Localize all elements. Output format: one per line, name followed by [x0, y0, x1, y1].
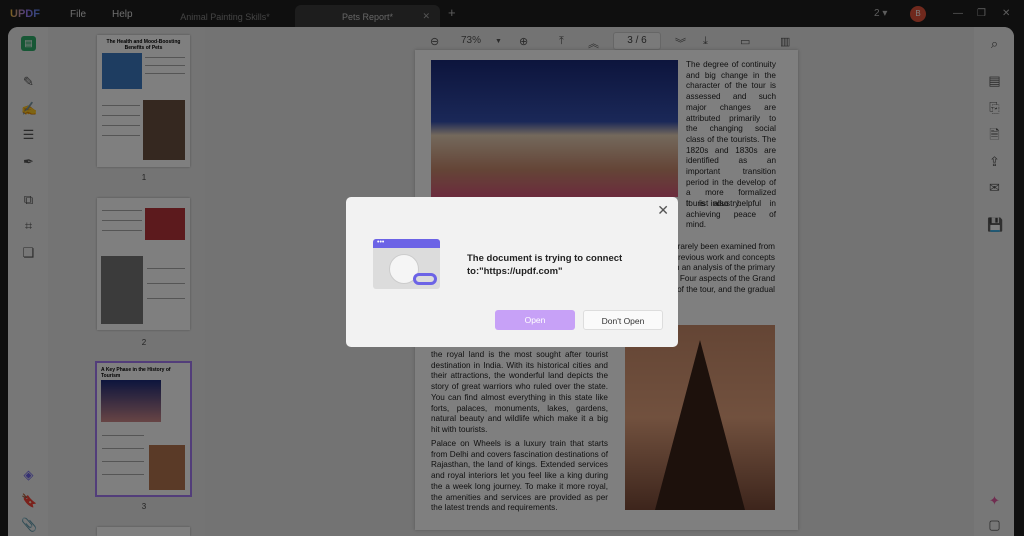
dialog-message: The document is trying to connect to:"ht…	[467, 253, 623, 277]
dont-open-button[interactable]: Don't Open	[583, 310, 663, 330]
open-button[interactable]: Open	[495, 310, 575, 330]
close-icon[interactable]: ✕	[657, 202, 669, 219]
browser-link-icon: •••	[373, 239, 440, 289]
connect-url-dialog: ✕ ••• The document is trying to connect …	[346, 197, 678, 347]
